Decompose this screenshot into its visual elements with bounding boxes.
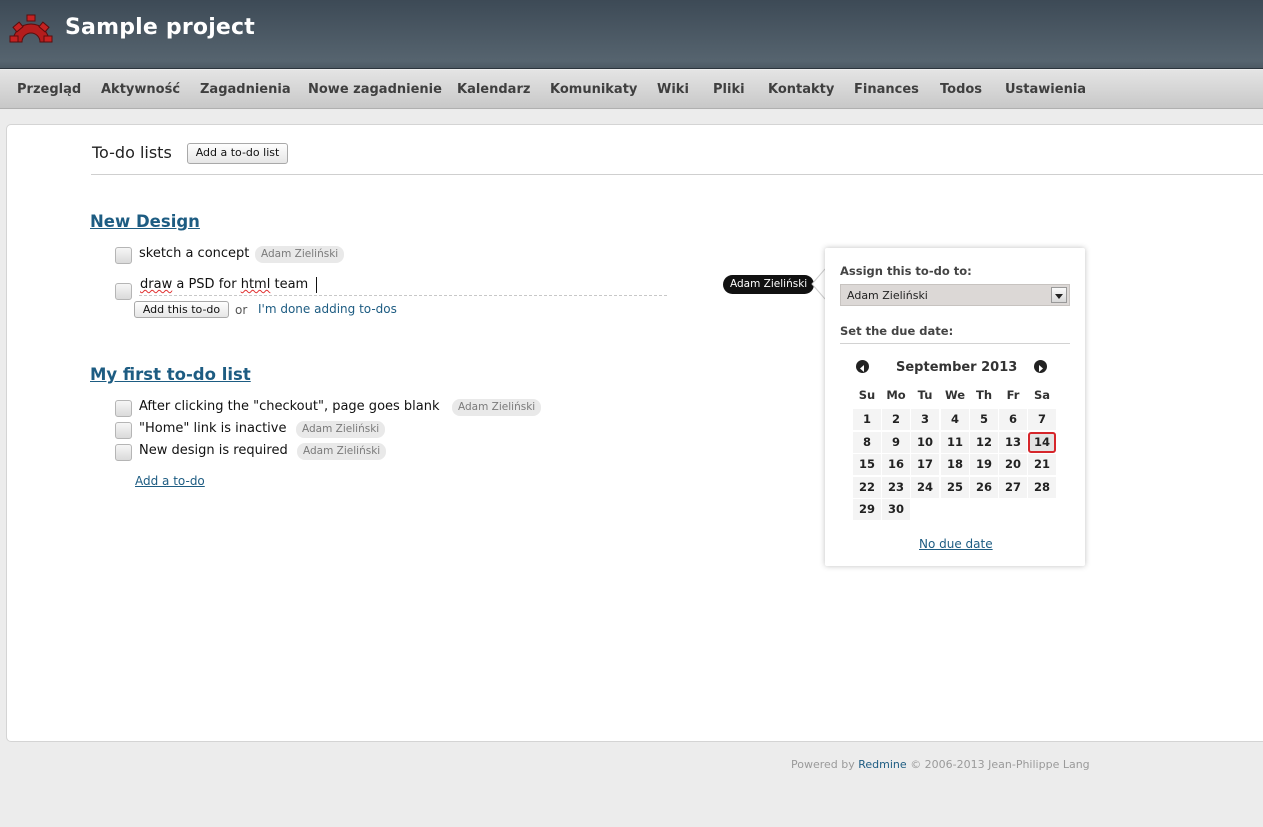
weekday-label: We	[944, 388, 966, 402]
calendar-day[interactable]: 3	[911, 409, 939, 430]
calendar-day[interactable]: 16	[882, 454, 910, 476]
todo-text: After clicking the "checkout", page goes…	[139, 399, 440, 414]
todo-text: "Home" link is inactive	[139, 421, 287, 436]
calendar-day[interactable]: 4	[941, 409, 969, 430]
assignee-select-value: Adam Zieliński	[847, 289, 928, 302]
prev-month-icon[interactable]	[856, 360, 869, 373]
no-due-date-link[interactable]: No due date	[919, 537, 993, 551]
menu-item-todos[interactable]: Todos	[940, 82, 982, 97]
weekday-label: Th	[975, 388, 993, 402]
new-todo-word: html	[240, 277, 271, 292]
new-todo-word: for	[218, 277, 237, 292]
assignee-bubble: Adam Zieliński	[723, 275, 815, 294]
assignee-tag[interactable]: Adam Zieliński	[297, 443, 387, 460]
add-this-todo-button[interactable]: Add this to-do	[134, 301, 229, 318]
assignee-tag[interactable]: Adam Zieliński	[296, 421, 386, 438]
title-divider	[91, 174, 1263, 175]
todo-checkbox[interactable]	[115, 444, 132, 461]
calendar-day[interactable]: 13	[999, 431, 1027, 453]
menu-item-contacts[interactable]: Kontakty	[768, 82, 834, 97]
calendar-day[interactable]: 27	[999, 476, 1027, 498]
header: Sample project	[0, 0, 1263, 69]
calendar-day[interactable]: 9	[882, 431, 910, 453]
add-todo-list-button[interactable]: Add a to-do list	[187, 143, 288, 164]
calendar-day[interactable]: 21	[1028, 454, 1056, 476]
todo-checkbox[interactable]	[115, 422, 132, 439]
calendar-day[interactable]: 30	[882, 499, 910, 521]
new-todo-value: draw a PSD for html team	[140, 277, 308, 292]
menu-item-issues[interactable]: Zagadnienia	[200, 82, 291, 97]
menu-item-activity[interactable]: Aktywność	[101, 82, 180, 97]
calendar-day[interactable]: 26	[970, 476, 998, 498]
popup-divider	[840, 343, 1070, 344]
calendar-day-selected[interactable]: 14	[1028, 431, 1056, 453]
redmine-logo-icon	[9, 14, 53, 43]
chevron-down-icon[interactable]	[1051, 287, 1067, 303]
menu-item-wiki[interactable]: Wiki	[657, 82, 689, 97]
weekday-label: Tu	[917, 388, 933, 402]
page-title: To-do lists	[92, 143, 172, 162]
menu-item-calendar[interactable]: Kalendarz	[457, 82, 530, 97]
list-title-my-first-todo-list[interactable]: My first to-do list	[90, 365, 251, 384]
calendar-day[interactable]: 12	[970, 431, 998, 453]
calendar-day[interactable]: 22	[853, 476, 881, 498]
add-todo-link[interactable]: Add a to-do	[135, 474, 205, 488]
calendar-day[interactable]: 8	[853, 431, 881, 453]
calendar-day[interactable]: 28	[1028, 476, 1056, 498]
text-caret	[316, 277, 317, 293]
calendar-day[interactable]: 15	[853, 454, 881, 476]
calendar-day[interactable]: 2	[882, 409, 910, 430]
calendar-day[interactable]: 20	[999, 454, 1027, 476]
calendar-day[interactable]: 6	[999, 409, 1027, 430]
main-menu: Przegląd Aktywność Zagadnienia Nowe zaga…	[0, 70, 1263, 109]
new-todo-word: PSD	[188, 277, 215, 292]
done-adding-link[interactable]: I'm done adding to-dos	[258, 302, 397, 316]
new-todo-checkbox	[115, 283, 132, 300]
assignee-tag[interactable]: Adam Zieliński	[255, 246, 345, 263]
calendar-day[interactable]: 25	[941, 476, 969, 498]
new-todo-word: a	[176, 277, 185, 292]
weekday-label: Sa	[1033, 388, 1051, 402]
calendar-day[interactable]: 24	[911, 476, 939, 498]
new-todo-word: team	[274, 277, 309, 292]
menu-item-news[interactable]: Komunikaty	[550, 82, 637, 97]
calendar-month: September 2013	[896, 360, 1018, 375]
calendar-day[interactable]: 5	[970, 409, 998, 430]
menu-item-settings[interactable]: Ustawienia	[1005, 82, 1086, 97]
due-date-label: Set the due date:	[840, 324, 954, 338]
calendar-day[interactable]: 11	[941, 431, 969, 453]
calendar-day[interactable]: 17	[911, 454, 939, 476]
calendar-day[interactable]: 18	[941, 454, 969, 476]
list-title-new-design[interactable]: New Design	[90, 212, 200, 231]
or-separator: or	[235, 303, 248, 317]
assignee-select[interactable]: Adam Zieliński	[840, 284, 1070, 306]
assign-label: Assign this to-do to:	[840, 264, 972, 278]
menu-item-new-issue[interactable]: Nowe zagadnienie	[308, 82, 442, 97]
footer-prefix: Powered by	[791, 758, 855, 771]
project-title[interactable]: Sample project	[65, 15, 255, 40]
weekday-label: Su	[858, 388, 876, 402]
next-month-icon[interactable]	[1034, 360, 1047, 373]
redmine-link[interactable]: Redmine	[858, 758, 906, 771]
calendar-day[interactable]: 23	[882, 476, 910, 498]
menu-item-overview[interactable]: Przegląd	[17, 82, 81, 97]
calendar-day[interactable]: 29	[853, 499, 881, 521]
todo-text: sketch a concept	[139, 246, 250, 261]
footer: Powered by Redmine © 2006-2013 Jean-Phil…	[791, 758, 1090, 771]
calendar-day[interactable]: 7	[1028, 409, 1056, 430]
calendar-day[interactable]: 19	[970, 454, 998, 476]
new-todo-word: draw	[140, 277, 173, 292]
footer-copyright: © 2006-2013 Jean-Philippe Lang	[910, 758, 1090, 771]
weekday-label: Fr	[1006, 388, 1020, 402]
assignee-tag[interactable]: Adam Zieliński	[452, 399, 542, 416]
calendar-day[interactable]: 1	[853, 409, 881, 430]
menu-item-finances[interactable]: Finances	[854, 82, 919, 97]
todo-checkbox[interactable]	[115, 247, 132, 264]
todo-text: New design is required	[139, 443, 288, 458]
calendar-day[interactable]: 10	[911, 431, 939, 453]
weekday-label: Mo	[886, 388, 906, 402]
menu-item-files[interactable]: Pliki	[713, 82, 745, 97]
todo-checkbox[interactable]	[115, 400, 132, 417]
